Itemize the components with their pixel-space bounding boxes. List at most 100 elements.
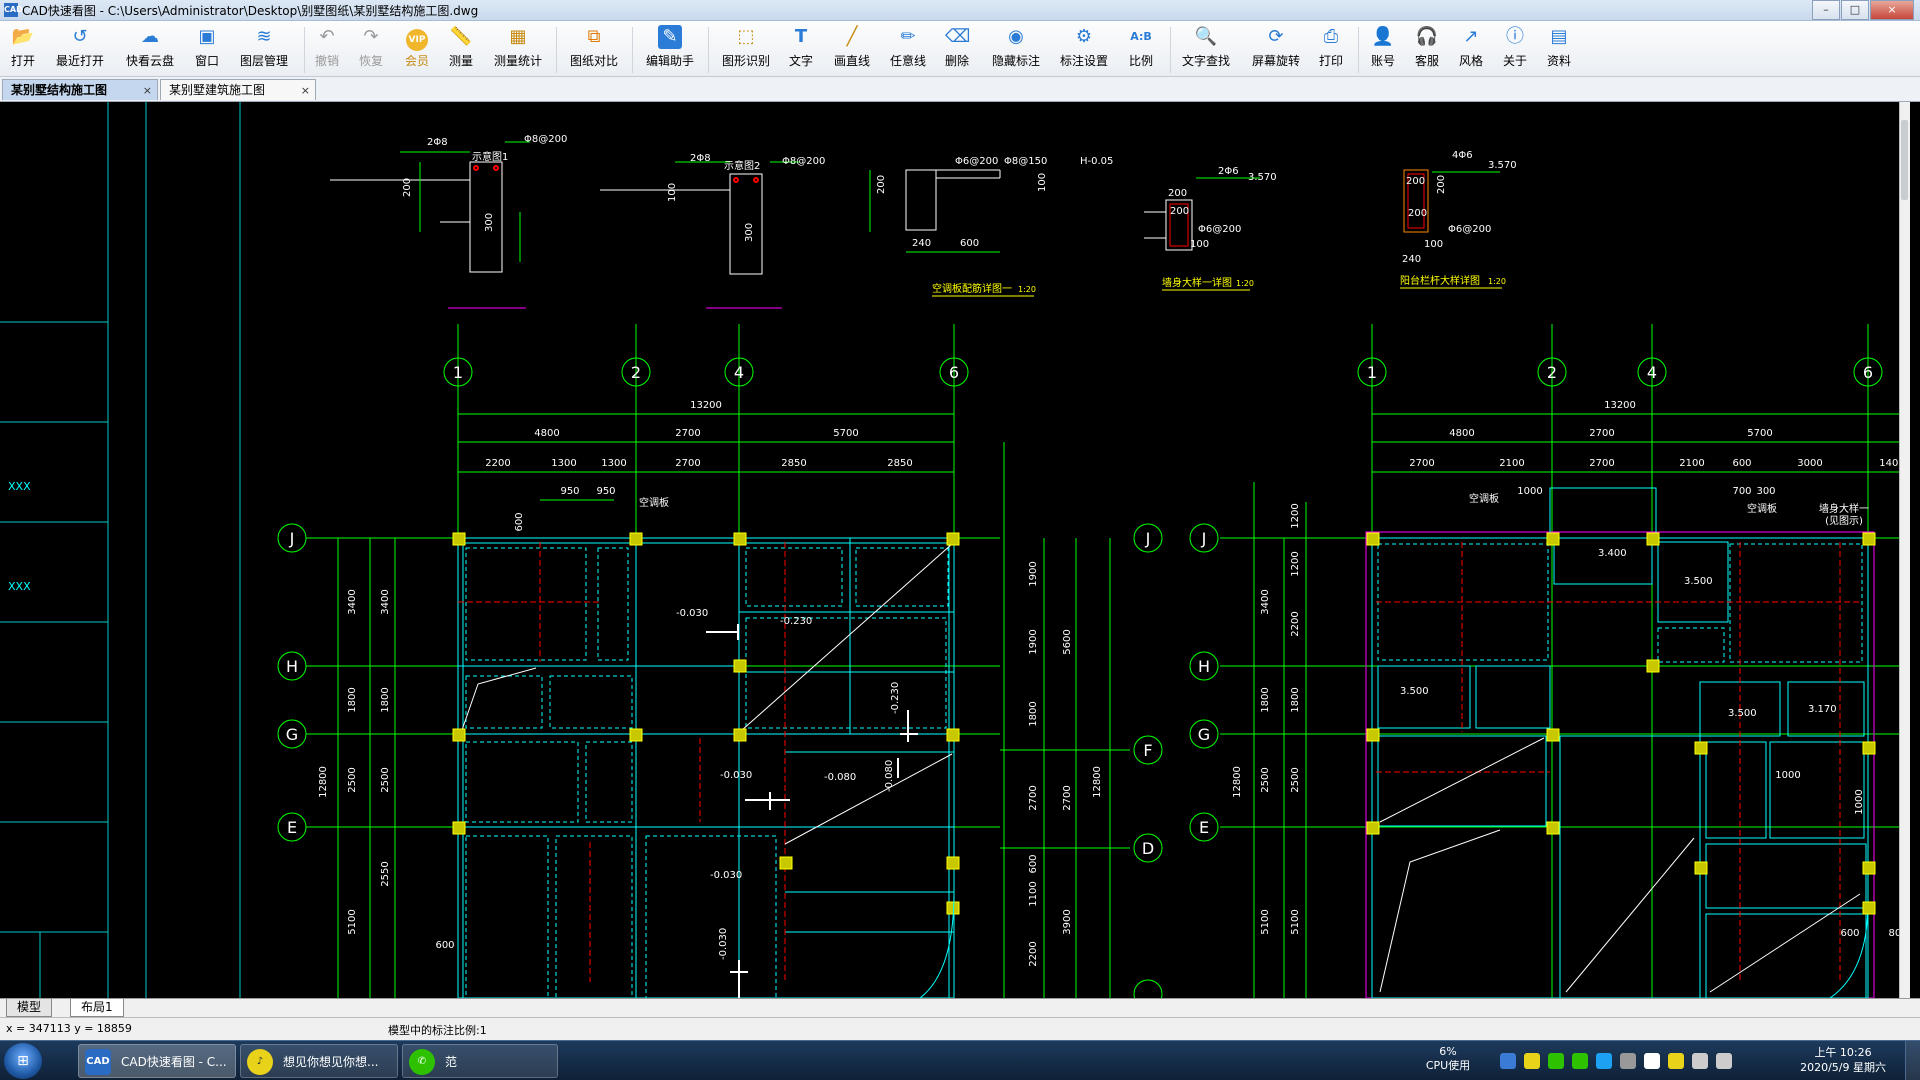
axis-bubble-label: 2 xyxy=(631,363,641,382)
tray-app-icon[interactable] xyxy=(1572,1053,1588,1069)
dim-label: 1900 xyxy=(1028,561,1039,586)
tray-app-icon[interactable] xyxy=(1620,1053,1636,1069)
close-tab-icon[interactable]: × xyxy=(143,80,152,101)
layers-button[interactable]: ≋ 图层管理 xyxy=(236,25,292,69)
open-button[interactable]: 📂 打开 xyxy=(8,25,38,69)
undo-button[interactable]: ↶ 撤销 xyxy=(312,25,342,69)
start-button[interactable]: ⊞ xyxy=(4,1043,42,1079)
tray-app-icon[interactable] xyxy=(1548,1053,1564,1069)
hide-annotation-button[interactable]: ◉ 隐藏标注 xyxy=(988,25,1044,69)
tab-structural-drawing[interactable]: 某别墅结构施工图 × xyxy=(2,79,158,100)
tray-app-icon[interactable] xyxy=(1524,1053,1540,1069)
axis-bubble-label: H xyxy=(286,657,298,676)
dim-label: 2850 xyxy=(887,458,912,469)
annotation-settings-button[interactable]: ⚙ 标注设置 xyxy=(1056,25,1112,69)
rebar-label: Φ8@200 xyxy=(782,156,825,167)
pencil-icon: ✏ xyxy=(900,26,916,47)
taskbar-item-music[interactable]: ♪ 想见你想见你想... xyxy=(240,1044,398,1078)
column-group xyxy=(452,532,960,915)
edit-helper-button[interactable]: ✎ 编辑助手 xyxy=(642,25,698,69)
dim-label: 100 xyxy=(1037,173,1048,192)
show-desktop-button[interactable] xyxy=(1905,1041,1920,1080)
measure-button[interactable]: 📏 测量 xyxy=(446,25,476,69)
compare-button[interactable]: ⧉ 图纸对比 xyxy=(566,25,622,69)
delete-button[interactable]: ⌫ 删除 xyxy=(942,25,972,69)
redo-button[interactable]: ↷ 恢复 xyxy=(356,25,386,69)
curved-wall xyxy=(1829,901,1869,998)
dim-label: 2500 xyxy=(1260,767,1271,792)
status-bar: x = 347113 y = 18859 模型中的标注比例:1 xyxy=(0,1017,1920,1040)
vertical-scrollbar[interactable] xyxy=(1899,102,1910,998)
resources-button[interactable]: ▤ 资料 xyxy=(1544,25,1574,69)
dim-label: 200 xyxy=(402,178,413,197)
dim-label: 2500 xyxy=(1290,767,1301,792)
annotation: 空调板 xyxy=(1747,502,1777,515)
headset-icon: 🎧 xyxy=(1415,26,1439,47)
dim-label: 5100 xyxy=(1260,909,1271,934)
drawing-canvas[interactable]: XXX XXX 2Φ8 Φ8@200 示意图1 200 300 2Φ8 Φ8@2… xyxy=(0,102,1910,998)
tray-app-icon[interactable] xyxy=(1596,1053,1612,1069)
dim-label: 240 xyxy=(1402,254,1421,265)
axis-bubble-label: 1 xyxy=(453,363,463,382)
print-button[interactable]: ⎙ 打印 xyxy=(1316,25,1346,69)
dim-label: 5100 xyxy=(347,909,358,934)
dim-label: 1800 xyxy=(1028,701,1039,726)
tray-app-icon[interactable] xyxy=(1668,1053,1684,1069)
dim-label: 13200 xyxy=(1604,400,1636,411)
axis-bubble-label: E xyxy=(1199,818,1209,837)
minimize-button[interactable]: – xyxy=(1812,0,1840,20)
vip-button[interactable]: VIP 会员 xyxy=(402,25,432,69)
scroll-thumb[interactable] xyxy=(1901,120,1908,200)
network-icon[interactable] xyxy=(1692,1053,1708,1069)
dim-label: 2700 xyxy=(675,458,700,469)
dim-label: 5600 xyxy=(1062,629,1073,654)
line-button[interactable]: ╱ 画直线 xyxy=(830,25,874,69)
cursor-coordinates: x = 347113 y = 18859 xyxy=(6,1022,132,1035)
dim-label: 600 xyxy=(1028,854,1039,873)
tab-layout1[interactable]: 布局1 xyxy=(70,999,124,1017)
tab-architectural-drawing[interactable]: 某别墅建筑施工图 × xyxy=(160,79,316,100)
dim-label: 3000 xyxy=(1797,458,1822,469)
recent-button[interactable]: ↺ 最近打开 xyxy=(52,25,108,69)
dim-label: 1800 xyxy=(1260,687,1271,712)
support-button[interactable]: 🎧 客服 xyxy=(1412,25,1442,69)
account-button[interactable]: 👤 账号 xyxy=(1368,25,1398,69)
dim-label: 1300 xyxy=(601,458,626,469)
shape-recognition-button[interactable]: ⬚ 图形识别 xyxy=(718,25,774,69)
dim-label: 600 xyxy=(435,940,454,951)
tray-app-icon[interactable] xyxy=(1644,1053,1660,1069)
axis-bubble-label: 2 xyxy=(1547,363,1557,382)
toolbar-separator xyxy=(1358,27,1359,73)
freehand-button[interactable]: ✏ 任意线 xyxy=(886,25,930,69)
dim-label: 600 xyxy=(514,512,525,531)
tray-app-icon[interactable] xyxy=(1500,1053,1516,1069)
dim-label: 12800 xyxy=(1092,766,1103,798)
dim-label: 600 xyxy=(1732,458,1751,469)
close-button[interactable]: × xyxy=(1870,0,1914,20)
scale-button[interactable]: A:B 比例 xyxy=(1126,25,1156,69)
dim-label: 2700 xyxy=(1589,458,1614,469)
dim-label: 2200 xyxy=(1028,941,1039,966)
measure-stats-button[interactable]: ▦ 测量统计 xyxy=(490,25,546,69)
vip-icon: VIP xyxy=(405,25,429,51)
text-button[interactable]: T 文字 xyxy=(786,25,816,69)
detail-scale: 1:20 xyxy=(1018,285,1036,294)
about-button[interactable]: ⓘ 关于 xyxy=(1500,25,1530,69)
window-button[interactable]: ▣ 窗口 xyxy=(190,25,224,69)
dim-label: 2700 xyxy=(1409,458,1434,469)
text-search-button[interactable]: 🔍 文字查找 xyxy=(1178,25,1234,69)
cloud-button[interactable]: ☁ 快看云盘 xyxy=(122,25,178,69)
clock[interactable]: 上午 10:26 2020/5/9 星期六 xyxy=(1800,1045,1886,1075)
taskbar-item-cad[interactable]: CAD CAD快速看图 - C... xyxy=(78,1044,236,1078)
volume-icon[interactable] xyxy=(1716,1053,1732,1069)
rebar-label: 2Φ8 xyxy=(690,153,711,164)
main-toolbar: 📂 打开 ↺ 最近打开 ☁ 快看云盘 ▣ 窗口 ≋ 图层管理 ↶ 撤销 ↷ 恢复 VIP 会员 … xyxy=(0,21,1920,77)
elevation-label: H-0.05 xyxy=(1080,156,1113,167)
close-tab-icon[interactable]: × xyxy=(301,80,310,101)
annotation: 墙身大样一 xyxy=(1819,502,1869,515)
style-button[interactable]: ↗ 风格 xyxy=(1456,25,1486,69)
tab-model[interactable]: 模型 xyxy=(6,999,53,1017)
taskbar-item-wechat[interactable]: ✆ 范 xyxy=(402,1044,558,1078)
rotate-screen-button[interactable]: ⟳ 屏幕旋转 xyxy=(1248,25,1304,69)
maximize-button[interactable]: □ xyxy=(1841,0,1869,20)
